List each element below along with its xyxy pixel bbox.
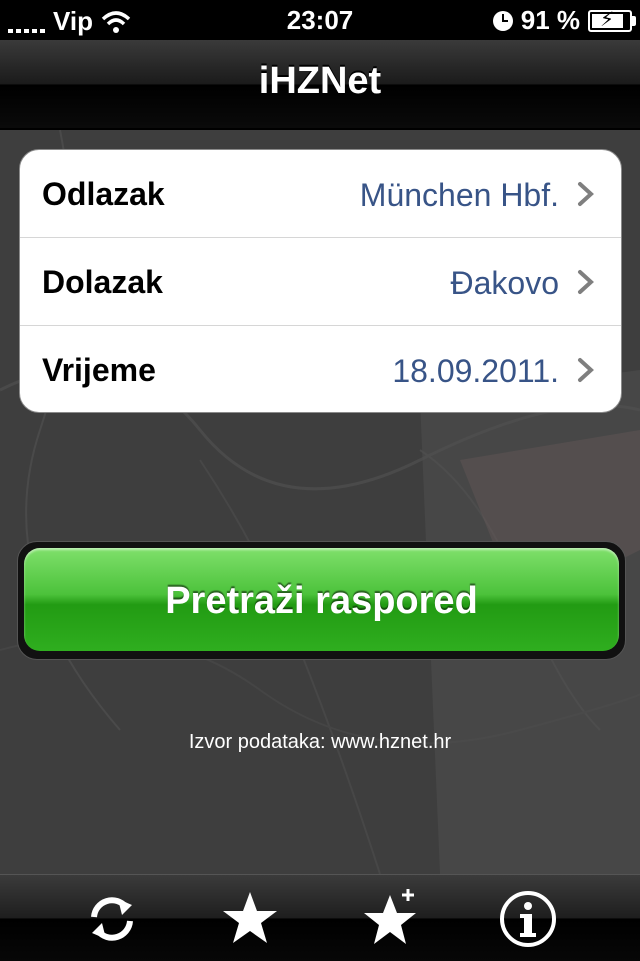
chevron-right-icon — [578, 182, 594, 206]
star-add-icon — [364, 889, 416, 944]
departure-row[interactable]: Odlazak München Hbf. — [20, 150, 621, 238]
search-button-label: Pretraži raspored — [165, 580, 478, 622]
arrival-row[interactable]: Dolazak Đakovo — [20, 238, 621, 326]
tab-bar — [0, 874, 640, 961]
tab-add-favorite[interactable] — [358, 889, 422, 949]
info-icon — [500, 891, 556, 947]
search-schedule-button[interactable]: Pretraži raspored — [17, 541, 626, 660]
nav-title: iHZNet — [258, 60, 382, 102]
charging-bolt-icon: ⚡ — [600, 8, 615, 31]
tab-favorites[interactable] — [218, 889, 282, 949]
navigation-bar: iHZNet — [0, 40, 640, 130]
chevron-right-icon — [578, 358, 594, 382]
time-row[interactable]: Vrijeme 18.09.2011. — [20, 326, 621, 412]
status-bar: Vip 23:07 91 % ⚡ — [0, 0, 640, 40]
arrival-label: Dolazak — [42, 264, 163, 300]
tab-info[interactable] — [496, 889, 560, 949]
time-label: Vrijeme — [42, 352, 156, 388]
arrival-value: Đakovo — [450, 265, 560, 301]
route-form: Odlazak München Hbf. Dolazak Đakovo Vrij… — [19, 149, 622, 413]
departure-value: München Hbf. — [359, 177, 559, 213]
departure-label: Odlazak — [42, 176, 165, 212]
data-source-text: Izvor podataka: www.hznet.hr — [188, 731, 452, 753]
tab-swap[interactable] — [80, 889, 144, 949]
battery-icon: ⚡ — [588, 8, 636, 32]
status-right: 91 % ⚡ — [492, 5, 636, 36]
alarm-clock-icon — [492, 10, 513, 31]
search-button-face: Pretraži raspored — [24, 548, 619, 651]
battery-percent: 91 % — [520, 5, 580, 35]
swap-icon — [91, 897, 133, 941]
star-icon — [223, 892, 277, 943]
time-value: 18.09.2011. — [392, 353, 559, 389]
chevron-right-icon — [578, 270, 594, 294]
